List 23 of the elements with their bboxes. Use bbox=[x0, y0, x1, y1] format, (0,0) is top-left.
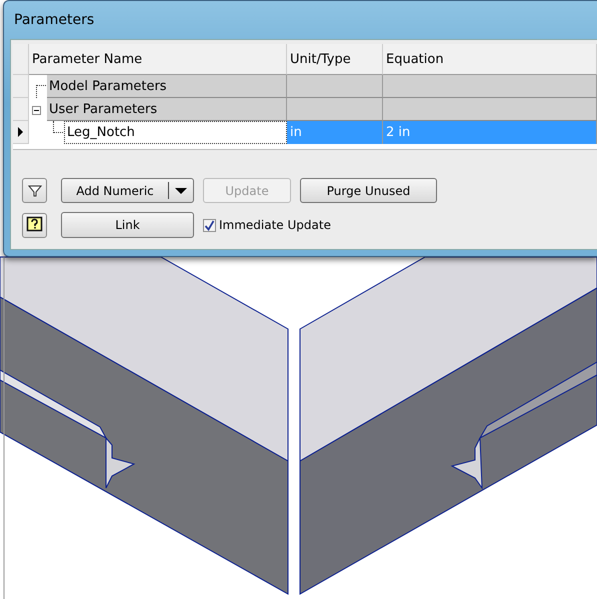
toolbar-button[interactable]: Purge Unused bbox=[300, 178, 437, 203]
help-button[interactable] bbox=[22, 212, 47, 238]
window-title: Parameters bbox=[14, 12, 94, 28]
group-name[interactable]: User Parameters bbox=[47, 98, 287, 121]
column-header[interactable]: Parameter Name bbox=[29, 44, 287, 75]
tree-line bbox=[36, 85, 46, 98]
caret-icon bbox=[175, 188, 187, 194]
row-header[interactable] bbox=[13, 121, 29, 144]
filter-button[interactable] bbox=[22, 178, 47, 203]
help-icon bbox=[26, 216, 44, 234]
filter-icon bbox=[28, 184, 42, 198]
row-pointer-icon bbox=[18, 127, 23, 137]
parameter-name-cell[interactable]: Leg_Notch bbox=[64, 121, 287, 144]
column-header[interactable]: Unit/Type bbox=[287, 44, 383, 75]
checkbox[interactable] bbox=[203, 218, 216, 232]
link-button[interactable]: Link bbox=[61, 212, 194, 238]
collapse-icon[interactable] bbox=[32, 106, 41, 115]
add-numeric-button[interactable]: Add Numeric bbox=[61, 178, 194, 203]
group-name[interactable]: Model Parameters bbox=[47, 75, 287, 98]
row-header bbox=[13, 44, 29, 75]
checkbox-label[interactable]: Immediate Update bbox=[219, 218, 331, 232]
tree-line bbox=[53, 121, 63, 133]
column-header[interactable]: Equation bbox=[383, 44, 597, 75]
